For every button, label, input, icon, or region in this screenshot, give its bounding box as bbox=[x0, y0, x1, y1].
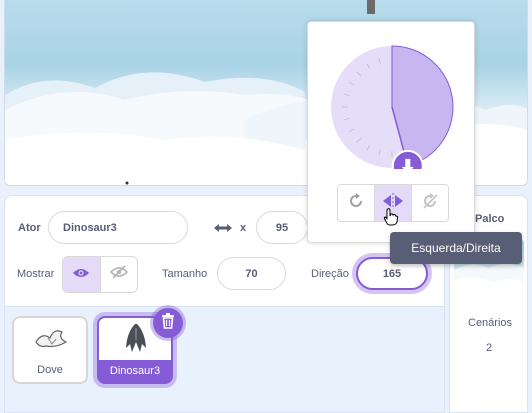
no-rotate-icon bbox=[421, 192, 439, 215]
direction-dial[interactable] bbox=[327, 39, 457, 169]
delete-sprite-button[interactable] bbox=[153, 308, 183, 338]
x-axis-arrows-icon bbox=[213, 221, 233, 240]
direction-label: Direção bbox=[311, 268, 349, 280]
hide-sprite-button[interactable] bbox=[101, 257, 138, 292]
hand-cursor-icon bbox=[383, 208, 399, 231]
x-input[interactable]: 95 bbox=[256, 211, 308, 244]
dinosaur-thumbnail-icon bbox=[119, 322, 153, 361]
rotate-all-around-button[interactable] bbox=[338, 185, 374, 221]
backdrops-count: 2 bbox=[486, 342, 493, 354]
rotation-tooltip: Esquerda/Direita bbox=[390, 232, 522, 264]
show-label: Mostrar bbox=[17, 268, 55, 280]
stage-title: Palco bbox=[475, 213, 505, 225]
visibility-toggle bbox=[62, 256, 138, 293]
sprite-tile-dove[interactable]: Dove bbox=[12, 316, 88, 384]
eye-icon bbox=[72, 266, 90, 284]
dove-thumbnail-icon bbox=[32, 324, 70, 357]
eye-slash-icon bbox=[109, 265, 128, 284]
backdrops-label: Cenários bbox=[468, 317, 513, 329]
trash-icon bbox=[161, 312, 175, 334]
sprite-tile-label: Dove bbox=[37, 364, 63, 376]
x-label: x bbox=[240, 222, 247, 234]
size-input[interactable]: 70 bbox=[217, 257, 286, 290]
show-sprite-button[interactable] bbox=[63, 257, 101, 292]
sprite-label: Ator bbox=[18, 222, 41, 234]
sprite-name-input[interactable]: Dinosaur3 bbox=[48, 211, 188, 244]
dont-rotate-button[interactable] bbox=[412, 185, 448, 221]
size-label: Tamanho bbox=[162, 268, 208, 280]
sprite-tile-label: Dinosaur3 bbox=[99, 360, 171, 382]
rotate-icon bbox=[348, 192, 364, 214]
